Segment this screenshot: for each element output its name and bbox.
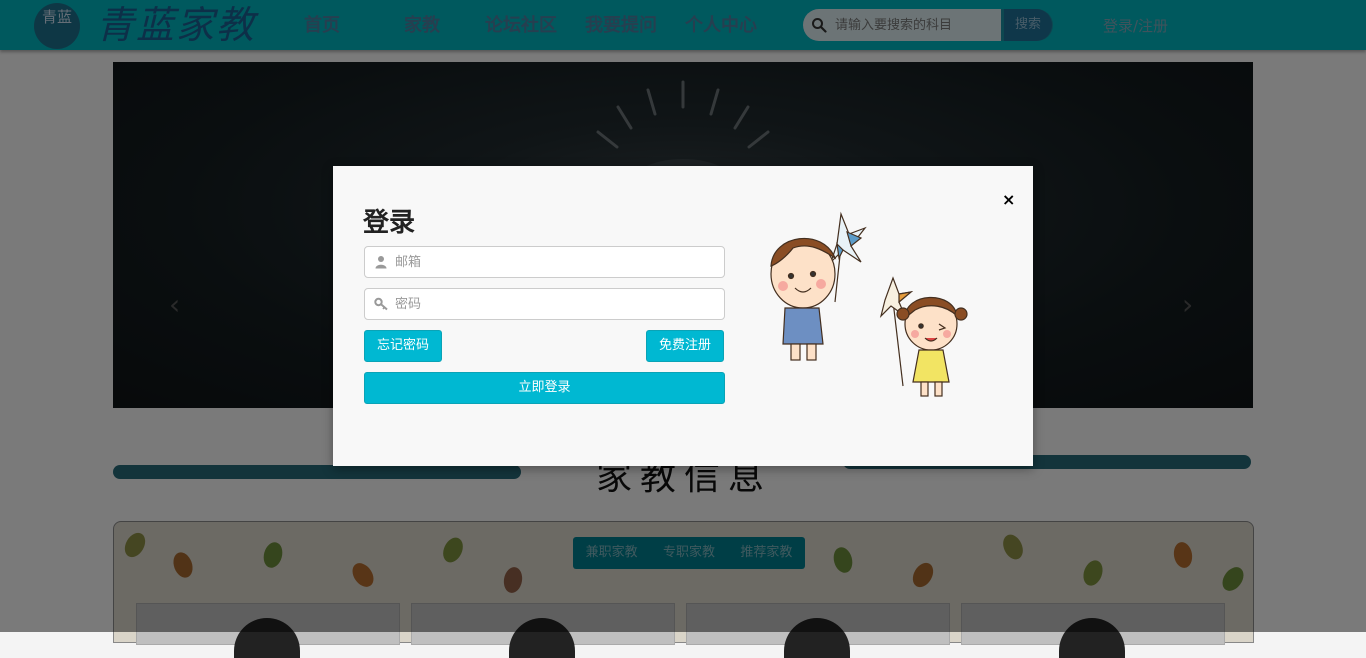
children-illustration — [770, 211, 968, 397]
register-button[interactable]: 免费注册 — [646, 330, 724, 362]
forgot-password-button[interactable]: 忘记密码 — [364, 330, 442, 362]
password-input[interactable] — [395, 289, 715, 319]
login-submit-button[interactable]: 立即登录 — [364, 372, 725, 404]
email-field[interactable] — [364, 246, 725, 278]
login-modal: 登录 × 忘记密码 免费注册 立即登录 — [333, 166, 1033, 466]
password-field[interactable] — [364, 288, 725, 320]
close-icon[interactable]: × — [1002, 192, 1015, 208]
email-input[interactable] — [395, 247, 715, 277]
modal-title: 登录 — [363, 208, 416, 238]
key-icon — [374, 297, 388, 311]
user-icon — [375, 256, 387, 269]
